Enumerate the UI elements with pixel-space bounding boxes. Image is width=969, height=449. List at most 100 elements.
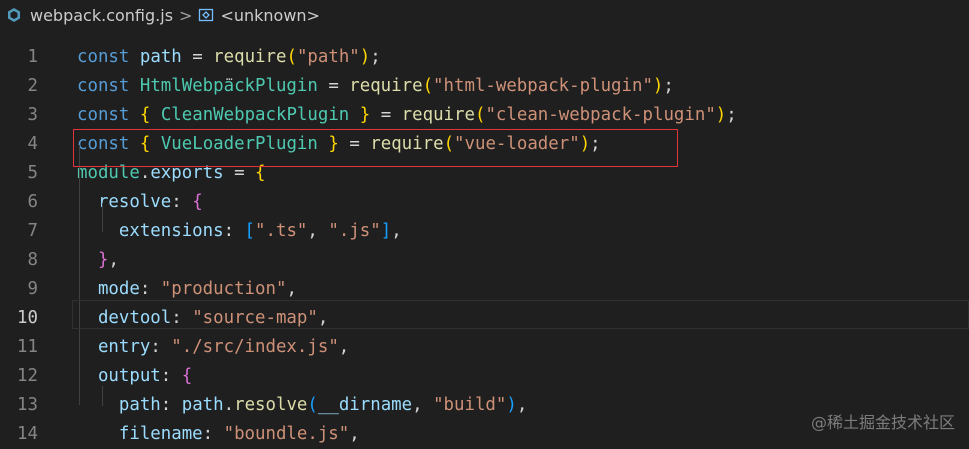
code-token: resolve xyxy=(97,192,172,212)
indent-guide xyxy=(79,145,80,405)
indent-guide xyxy=(102,386,103,406)
code-token: } xyxy=(97,250,109,270)
code-token: ; xyxy=(370,47,381,67)
code-text[interactable]: path: path.resolve(__dirname, "build"), xyxy=(77,391,527,420)
code-token: path xyxy=(139,47,182,67)
line-number: 14 xyxy=(17,424,38,444)
code-token: ".ts" xyxy=(255,221,308,241)
code-token: : xyxy=(150,337,172,357)
code-token: "path" xyxy=(296,47,360,67)
code-token: const xyxy=(77,47,130,67)
code-token: : xyxy=(202,424,224,444)
code-token: ) xyxy=(652,76,664,96)
code-token: : xyxy=(171,192,193,212)
line-number: 5 xyxy=(27,163,38,183)
line-number: 7 xyxy=(27,221,38,241)
code-token: "clean-webpack-plugin" xyxy=(485,105,716,125)
code-token: { xyxy=(139,105,151,125)
code-token: : xyxy=(223,221,245,241)
line-number: 1 xyxy=(27,47,38,67)
code-editor[interactable]: 1 const path = require("path"); 2 const Htm… xyxy=(0,43,969,447)
code-token: CleanWebpackPlugin xyxy=(160,105,350,125)
code-token: , xyxy=(338,337,350,357)
code-line[interactable]: 12 output: { xyxy=(0,362,969,391)
code-token: , xyxy=(108,250,119,270)
code-line[interactable]: 6 resolve: { xyxy=(0,188,969,217)
code-token: : xyxy=(160,366,182,386)
code-token: path xyxy=(181,395,224,415)
code-token: extensions xyxy=(118,221,224,241)
code-text[interactable]: extensions: [".ts", ".js"], xyxy=(77,217,402,246)
code-token: require xyxy=(349,76,423,96)
code-token: const xyxy=(77,105,130,125)
line-number: 4 xyxy=(27,134,38,154)
code-token: "build" xyxy=(433,395,507,415)
symbol-variable-icon xyxy=(198,7,214,23)
indent-guide xyxy=(102,203,103,232)
code-token: : xyxy=(160,395,182,415)
code-token: = xyxy=(181,47,214,67)
code-token: { xyxy=(181,366,193,386)
code-token: } xyxy=(359,105,371,125)
code-line[interactable]: 3 const { CleanWebpackPlugin } = require(… xyxy=(0,101,969,130)
code-token: ) xyxy=(506,395,517,415)
code-token: ( xyxy=(474,105,486,125)
code-token: filename xyxy=(118,424,203,444)
code-token: ) xyxy=(359,47,371,67)
breadcrumb-file[interactable]: webpack.config.js xyxy=(30,6,173,25)
code-text[interactable]: filename: "boundle.js", xyxy=(77,420,360,449)
code-line[interactable]: 8 }, xyxy=(0,246,969,275)
breadcrumb: webpack.config.js > <unknown> xyxy=(0,0,969,30)
line-number: 9 xyxy=(27,279,38,299)
line-number: 3 xyxy=(27,105,38,125)
code-token: : xyxy=(139,279,161,299)
line-number: 6 xyxy=(27,192,38,212)
line-number: 8 xyxy=(27,250,38,270)
code-token: ) xyxy=(715,105,727,125)
current-line-highlight xyxy=(72,300,969,329)
code-text[interactable]: resolve: { xyxy=(77,188,203,217)
line-number: 11 xyxy=(17,337,38,357)
code-token: "html-webpack-plugin" xyxy=(433,76,653,96)
breadcrumb-symbol[interactable]: <unknown> xyxy=(220,6,320,25)
code-token: __dirname xyxy=(317,395,413,415)
annotation-box xyxy=(73,129,678,167)
code-text[interactable]: const path = require("path"); xyxy=(77,43,381,72)
code-token: "./src/index.js" xyxy=(171,337,339,357)
code-line[interactable]: 1 const path = require("path"); xyxy=(0,43,969,72)
code-token: resolve xyxy=(234,395,308,415)
js-file-icon xyxy=(6,7,22,23)
code-line[interactable]: 7 extensions: [".ts", ".js"], xyxy=(0,217,969,246)
code-token: ; xyxy=(663,76,674,96)
code-token: . xyxy=(223,395,235,415)
line-number: 2 xyxy=(27,76,38,96)
code-token: const xyxy=(77,76,130,96)
code-token: ".js" xyxy=(328,221,381,241)
code-text[interactable]: const HtmlWebpackPlugin = require("html-… xyxy=(77,72,674,101)
breadcrumb-separator: > xyxy=(179,5,193,25)
code-token: mode xyxy=(97,279,140,299)
code-text[interactable]: const { CleanWebpackPlugin } = require("… xyxy=(77,101,737,130)
line-number: 10 xyxy=(17,308,38,328)
code-token: [ xyxy=(244,221,256,241)
line-number: 13 xyxy=(17,395,38,415)
code-text[interactable]: entry: "./src/index.js", xyxy=(77,333,349,362)
code-text[interactable]: output: { xyxy=(77,362,192,391)
code-line[interactable]: 2 const HtmlWebpackPlugin = require("html… xyxy=(0,72,969,101)
code-text[interactable]: }, xyxy=(77,246,119,275)
code-line[interactable]: 11 entry: "./src/index.js", xyxy=(0,333,969,362)
line-number: 12 xyxy=(17,366,38,386)
code-token: require xyxy=(213,47,287,67)
